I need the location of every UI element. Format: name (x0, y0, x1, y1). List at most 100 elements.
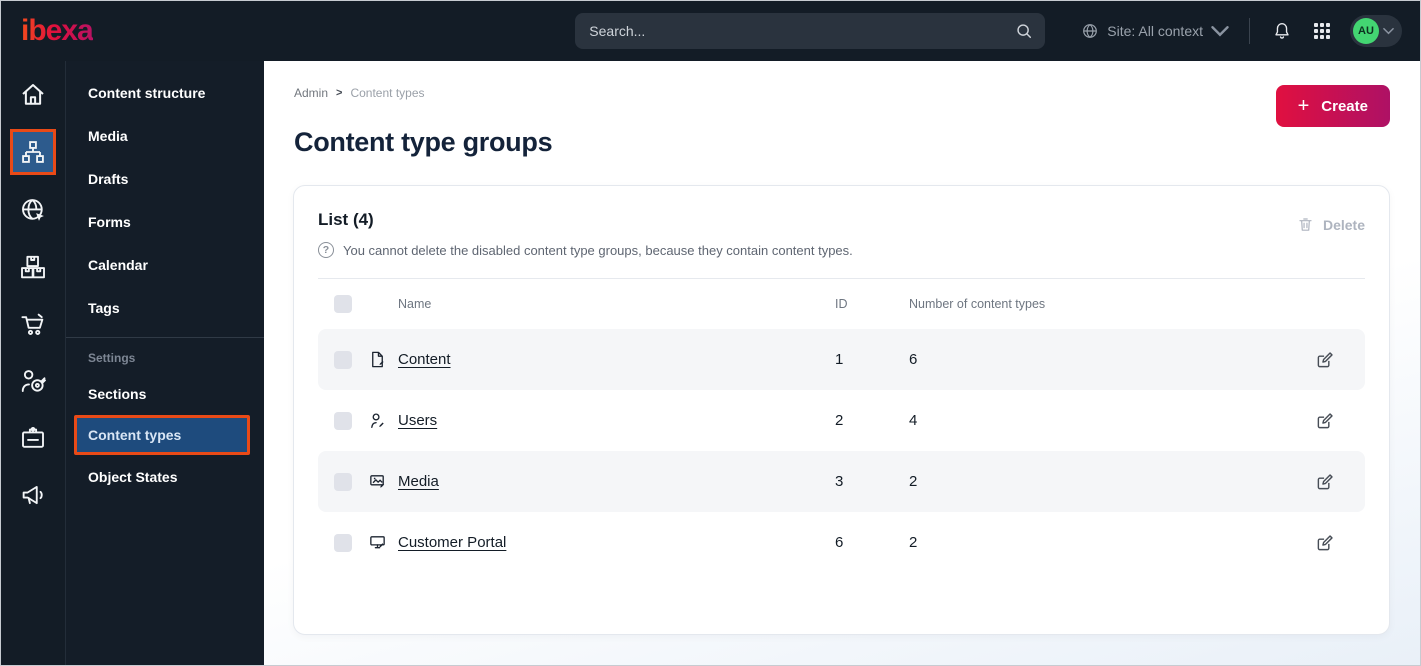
sidebar-divider (66, 337, 264, 338)
breadcrumb-current: Content types (350, 86, 425, 100)
rail-item-commerce[interactable] (1, 295, 65, 352)
grid-icon (1314, 23, 1330, 39)
row-checkbox[interactable] (334, 533, 352, 552)
sidebar-item-forms[interactable]: Forms (66, 200, 264, 243)
monitor-icon (368, 533, 398, 552)
rail-item-products[interactable] (1, 238, 65, 295)
edit-button[interactable] (1309, 466, 1341, 498)
column-header-count: Number of content types (909, 297, 1046, 311)
globe-cursor-icon (22, 198, 44, 221)
rail-item-dashboard[interactable] (1, 66, 65, 123)
cart-icon (21, 313, 44, 335)
rail-item-customer-portal[interactable] (1, 409, 65, 466)
ibexa-logo[interactable]: ibexa (21, 16, 94, 46)
chevron-down-icon (1211, 26, 1229, 37)
file-icon (368, 350, 398, 369)
group-id: 3 (835, 473, 844, 490)
app-grid-button[interactable] (1310, 19, 1334, 43)
group-count: 2 (909, 473, 918, 490)
rail-item-personalization[interactable] (1, 352, 65, 409)
globe-icon (1083, 24, 1098, 38)
rail-item-site[interactable] (1, 181, 65, 238)
site-context-label: Site: All context (1107, 23, 1203, 39)
delete-button-label: Delete (1322, 216, 1365, 233)
notifications-button[interactable] (1270, 19, 1294, 43)
create-button[interactable]: + Create (1275, 85, 1390, 127)
group-id: 6 (835, 534, 844, 551)
table-row: Content 1 6 (318, 329, 1365, 390)
main-content: Admin > Content types + Create Content t… (264, 61, 1420, 665)
sidebar-section-label: Settings (88, 351, 136, 365)
edit-button[interactable] (1309, 405, 1341, 437)
group-link-customer-portal[interactable]: Customer Portal (398, 534, 506, 551)
chevron-down-icon (1383, 27, 1394, 35)
icon-rail (1, 61, 65, 665)
home-icon (22, 83, 44, 105)
group-count: 4 (909, 412, 918, 429)
sidebar-item-calendar[interactable]: Calendar (66, 243, 264, 286)
list-info-text: You cannot delete the disabled content t… (343, 242, 853, 258)
group-link-media[interactable]: Media (398, 473, 439, 490)
app-window: ibexa Site: All context AU (0, 0, 1421, 666)
rail-item-marketing[interactable] (1, 466, 65, 523)
topbar-right-cluster: Site: All context AU (1081, 15, 1402, 47)
group-id: 2 (835, 412, 844, 429)
id-badge-icon (22, 426, 44, 448)
sidebar-item-tags[interactable]: Tags (66, 286, 264, 329)
megaphone-icon (22, 485, 43, 504)
top-bar: ibexa Site: All context AU (1, 1, 1420, 61)
edit-button[interactable] (1309, 344, 1341, 376)
bell-icon (1275, 23, 1289, 39)
sidebar-item-object-states[interactable]: Object States (66, 455, 264, 498)
breadcrumb-admin[interactable]: Admin (294, 86, 328, 100)
row-checkbox[interactable] (334, 350, 352, 369)
sidebar-item-drafts[interactable]: Drafts (66, 157, 264, 200)
sidebar-item-content-types[interactable]: Content types (74, 415, 250, 455)
image-icon (368, 472, 398, 491)
content-type-groups-card: List (4) ? You cannot delete the disable… (293, 185, 1390, 635)
user-icon (368, 411, 398, 430)
edit-icon (1317, 413, 1333, 429)
rail-item-content[interactable] (1, 123, 65, 181)
topbar-divider (1249, 18, 1250, 44)
person-target-icon (21, 369, 46, 392)
page-title: Content type groups (294, 127, 553, 157)
table-header-row: Name ID Number of content types (318, 279, 1365, 329)
group-link-users[interactable]: Users (398, 412, 437, 429)
edit-icon (1317, 535, 1333, 551)
column-header-name: Name (398, 297, 432, 311)
help-icon: ? (318, 242, 334, 258)
group-id: 1 (835, 351, 844, 368)
sidebar-item-media[interactable]: Media (66, 114, 264, 157)
search-icon[interactable] (1015, 22, 1033, 40)
site-context-selector[interactable]: Site: All context (1081, 22, 1229, 40)
sidebar-item-sections[interactable]: Sections (66, 372, 264, 415)
search-input[interactable] (589, 23, 1016, 39)
breadcrumb: Admin > Content types (294, 86, 1420, 100)
group-count: 6 (909, 351, 918, 368)
trash-icon (1299, 218, 1312, 231)
create-button-label: Create (1321, 97, 1368, 115)
search-bar[interactable] (575, 13, 1046, 49)
list-info: ? You cannot delete the disabled content… (318, 242, 853, 258)
user-menu[interactable]: AU (1350, 15, 1402, 47)
boxes-icon (21, 255, 45, 278)
edit-button[interactable] (1309, 527, 1341, 559)
sidebar-item-content-structure[interactable]: Content structure (66, 71, 264, 114)
table-row: Media 3 2 (318, 451, 1365, 512)
plus-icon: + (1297, 95, 1310, 117)
select-all-checkbox[interactable] (334, 295, 352, 313)
delete-button[interactable]: Delete (1297, 216, 1365, 233)
sitemap-icon (22, 141, 44, 163)
breadcrumb-separator: > (336, 87, 343, 99)
list-title: List (4) (318, 210, 374, 229)
table-row: Customer Portal 6 2 (318, 512, 1365, 573)
group-link-content[interactable]: Content (398, 351, 451, 368)
edit-icon (1317, 352, 1333, 368)
row-checkbox[interactable] (334, 472, 352, 491)
row-checkbox[interactable] (334, 411, 352, 430)
column-header-id: ID (835, 297, 848, 311)
secondary-sidebar: Content structure Media Drafts Forms Cal… (65, 61, 264, 665)
edit-icon (1317, 474, 1333, 490)
group-count: 2 (909, 534, 918, 551)
